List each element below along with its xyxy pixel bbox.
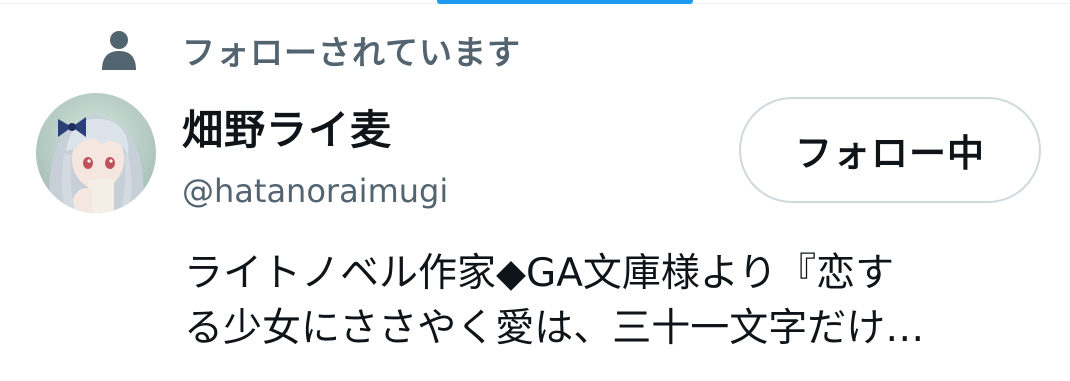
social-context: フォローされています	[100, 26, 521, 74]
bio-line-1: ライトノベル作家◆GA文庫様より『恋す	[184, 251, 895, 296]
bio-line-2: る少女にささやく愛は、三十一文字だけ…	[184, 306, 925, 351]
following-button[interactable]: フォロー中	[739, 97, 1041, 203]
followed-by-label: フォローされています	[182, 33, 522, 72]
user-bio: ライトノベル作家◆GA文庫様より『恋す る少女にささやく愛は、三十一文字だけ…	[184, 246, 1034, 356]
person-icon	[102, 31, 136, 70]
following-button-label: フォロー中	[795, 132, 985, 175]
anime-girl-avatar-image	[36, 93, 156, 213]
active-tab-indicator	[437, 0, 693, 4]
display-name[interactable]: 畑野ライ麦	[182, 96, 392, 156]
avatar[interactable]	[36, 93, 156, 213]
user-handle[interactable]: @hatanoraimugi	[182, 172, 448, 210]
user-cell[interactable]: フォローされています 畑野ライ麦 @hatanoraimugi フォロー中 ライ…	[0, 0, 1070, 381]
